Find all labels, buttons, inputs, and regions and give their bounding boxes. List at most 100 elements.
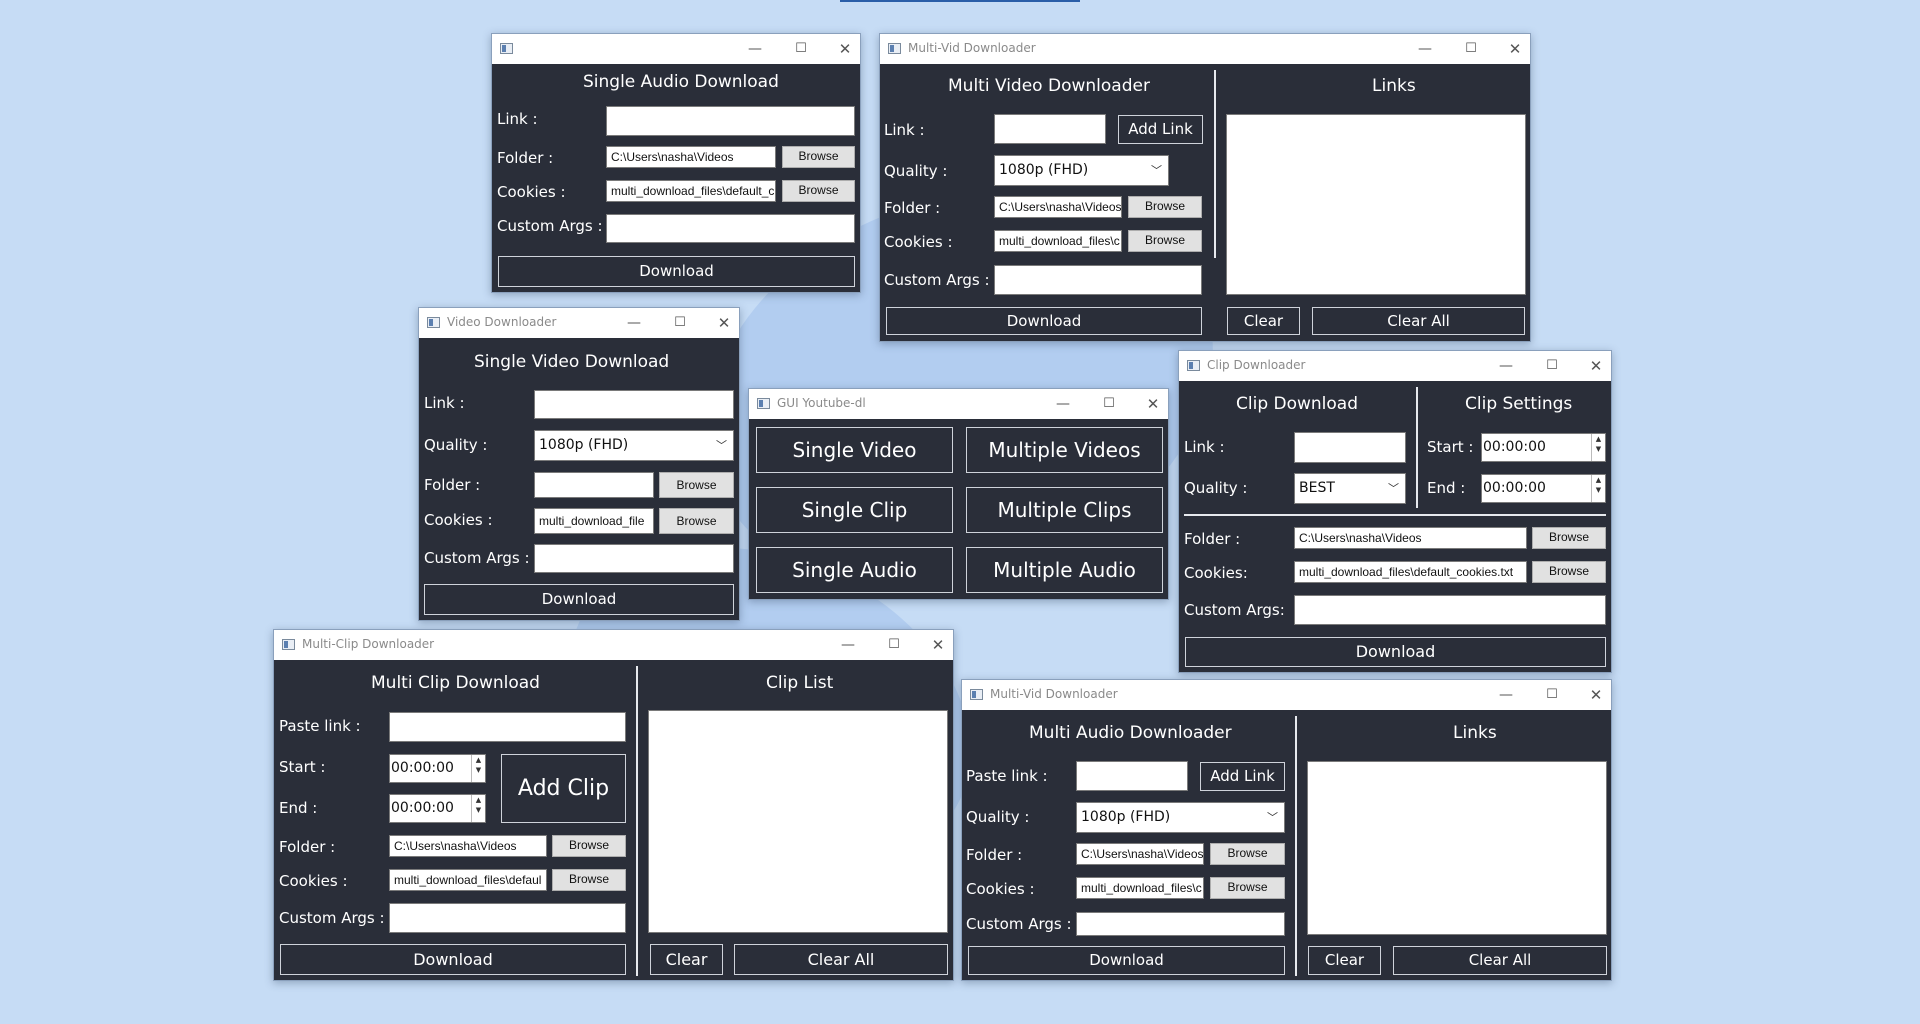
add-link-button[interactable]: Add Link bbox=[1200, 762, 1285, 791]
title-bar: Multi-Vid Downloader — ☐ ✕ bbox=[880, 34, 1530, 64]
minimize-icon[interactable]: — bbox=[744, 38, 766, 60]
maximize-icon[interactable]: ☐ bbox=[1460, 38, 1482, 60]
clip-list[interactable] bbox=[648, 710, 948, 933]
maximize-icon[interactable]: ☐ bbox=[1098, 393, 1120, 415]
end-time-spinbox[interactable]: 00:00:00 ▲ ▼ bbox=[389, 794, 486, 823]
links-header: Links bbox=[1372, 76, 1416, 96]
folder-input[interactable]: C:\Users\nasha\Videos bbox=[1076, 843, 1204, 865]
add-clip-button[interactable]: Add Clip bbox=[501, 754, 626, 823]
custom-args-input[interactable] bbox=[389, 903, 626, 933]
folder-input[interactable]: C:\Users\nasha\Videos bbox=[994, 196, 1122, 218]
cookies-input[interactable]: multi_download_files\defaul bbox=[389, 869, 547, 891]
download-button[interactable]: Download bbox=[280, 944, 626, 975]
spin-arrows-icon[interactable]: ▲ ▼ bbox=[1591, 434, 1605, 461]
single-clip-button[interactable]: Single Clip bbox=[756, 487, 953, 533]
add-link-button[interactable]: Add Link bbox=[1118, 115, 1203, 144]
spin-arrows-icon[interactable]: ▲ ▼ bbox=[471, 795, 485, 822]
multi-video-window: Multi-Vid Downloader — ☐ ✕ Multi Video D… bbox=[879, 33, 1531, 342]
custom-args-input[interactable] bbox=[606, 214, 855, 243]
custom-args-input[interactable] bbox=[994, 265, 1202, 295]
download-button[interactable]: Download bbox=[424, 584, 734, 615]
close-icon[interactable]: ✕ bbox=[1585, 355, 1607, 377]
cookies-browse-button[interactable]: Browse bbox=[782, 180, 855, 202]
start-time-spinbox[interactable]: 00:00:00 ▲ ▼ bbox=[389, 754, 486, 783]
link-input[interactable] bbox=[534, 390, 734, 419]
start-time-spinbox[interactable]: 00:00:00 ▲ ▼ bbox=[1481, 433, 1606, 462]
folder-input[interactable] bbox=[534, 472, 654, 498]
single-audio-button[interactable]: Single Audio bbox=[756, 547, 953, 593]
links-list[interactable] bbox=[1307, 761, 1607, 935]
link-input[interactable] bbox=[1294, 432, 1406, 463]
minimize-icon[interactable]: — bbox=[1495, 684, 1517, 706]
cookies-input[interactable]: multi_download_files\default_cookies.txt bbox=[1294, 561, 1527, 583]
close-icon[interactable]: ✕ bbox=[927, 634, 949, 656]
maximize-icon[interactable]: ☐ bbox=[883, 634, 905, 656]
clear-all-button[interactable]: Clear All bbox=[734, 944, 948, 975]
quality-select[interactable]: 1080p (FHD) ﹀ bbox=[1076, 802, 1285, 833]
maximize-icon[interactable]: ☐ bbox=[669, 312, 691, 334]
close-icon[interactable]: ✕ bbox=[1504, 38, 1526, 60]
links-list[interactable] bbox=[1226, 114, 1526, 295]
minimize-icon[interactable]: — bbox=[623, 312, 645, 334]
minimize-icon[interactable]: — bbox=[1414, 38, 1436, 60]
cookies-input[interactable]: multi_download_file bbox=[534, 508, 654, 534]
single-video-button[interactable]: Single Video bbox=[756, 427, 953, 473]
quality-select[interactable]: BEST ﹀ bbox=[1294, 473, 1406, 504]
top-accent-bar bbox=[840, 0, 1080, 2]
clear-button[interactable]: Clear bbox=[650, 944, 723, 975]
clear-button[interactable]: Clear bbox=[1227, 307, 1300, 335]
multiple-audio-button[interactable]: Multiple Audio bbox=[966, 547, 1163, 593]
folder-browse-button[interactable]: Browse bbox=[782, 146, 855, 168]
start-label: Start : bbox=[279, 758, 326, 776]
folder-browse-button[interactable]: Browse bbox=[1128, 196, 1202, 218]
close-icon[interactable]: ✕ bbox=[713, 312, 735, 334]
cookies-browse-button[interactable]: Browse bbox=[552, 869, 626, 891]
minimize-icon[interactable]: — bbox=[837, 634, 859, 656]
clip-list-header: Clip List bbox=[766, 673, 834, 693]
link-input[interactable] bbox=[389, 712, 626, 742]
quality-select[interactable]: 1080p (FHD) ﹀ bbox=[994, 155, 1169, 186]
multiple-clips-button[interactable]: Multiple Clips bbox=[966, 487, 1163, 533]
cookies-browse-button[interactable]: Browse bbox=[1128, 230, 1202, 252]
clear-all-button[interactable]: Clear All bbox=[1312, 307, 1525, 335]
cookies-browse-button[interactable]: Browse bbox=[1210, 877, 1285, 899]
download-button[interactable]: Download bbox=[498, 256, 855, 287]
close-icon[interactable]: ✕ bbox=[834, 38, 856, 60]
link-input[interactable] bbox=[994, 114, 1106, 144]
download-button[interactable]: Download bbox=[968, 946, 1285, 975]
folder-browse-button[interactable]: Browse bbox=[659, 472, 734, 498]
custom-args-input[interactable] bbox=[534, 544, 734, 573]
link-input[interactable] bbox=[606, 106, 855, 136]
maximize-icon[interactable]: ☐ bbox=[790, 38, 812, 60]
minimize-icon[interactable]: — bbox=[1052, 393, 1074, 415]
maximize-icon[interactable]: ☐ bbox=[1541, 355, 1563, 377]
cookies-browse-button[interactable]: Browse bbox=[659, 508, 734, 534]
minimize-icon[interactable]: — bbox=[1495, 355, 1517, 377]
close-icon[interactable]: ✕ bbox=[1585, 684, 1607, 706]
spin-arrows-icon[interactable]: ▲ ▼ bbox=[471, 755, 485, 782]
cookies-input[interactable]: multi_download_files\c bbox=[1076, 877, 1204, 899]
folder-browse-button[interactable]: Browse bbox=[1210, 843, 1285, 865]
folder-browse-button[interactable]: Browse bbox=[1532, 527, 1606, 549]
cookies-input[interactable]: multi_download_files\default_c bbox=[606, 180, 776, 202]
quality-select[interactable]: 1080p (FHD) ﹀ bbox=[534, 430, 734, 461]
folder-input[interactable]: C:\Users\nasha\Videos bbox=[1294, 527, 1527, 549]
custom-args-input[interactable] bbox=[1076, 912, 1285, 936]
download-button[interactable]: Download bbox=[886, 307, 1202, 335]
spin-arrows-icon[interactable]: ▲ ▼ bbox=[1591, 475, 1605, 502]
cookies-browse-button[interactable]: Browse bbox=[1532, 561, 1606, 583]
folder-input[interactable]: C:\Users\nasha\Videos bbox=[606, 146, 776, 168]
download-button[interactable]: Download bbox=[1185, 637, 1606, 667]
custom-args-input[interactable] bbox=[1294, 595, 1606, 625]
link-input[interactable] bbox=[1076, 761, 1188, 791]
clear-button[interactable]: Clear bbox=[1308, 946, 1381, 975]
close-icon[interactable]: ✕ bbox=[1142, 393, 1164, 415]
end-time-spinbox[interactable]: 00:00:00 ▲ ▼ bbox=[1481, 474, 1606, 503]
start-time-value: 00:00:00 bbox=[391, 760, 454, 776]
folder-input[interactable]: C:\Users\nasha\Videos bbox=[389, 835, 547, 857]
folder-browse-button[interactable]: Browse bbox=[552, 835, 626, 857]
cookies-input[interactable]: multi_download_files\c bbox=[994, 230, 1122, 252]
clear-all-button[interactable]: Clear All bbox=[1393, 946, 1607, 975]
maximize-icon[interactable]: ☐ bbox=[1541, 684, 1563, 706]
multiple-videos-button[interactable]: Multiple Videos bbox=[966, 427, 1163, 473]
